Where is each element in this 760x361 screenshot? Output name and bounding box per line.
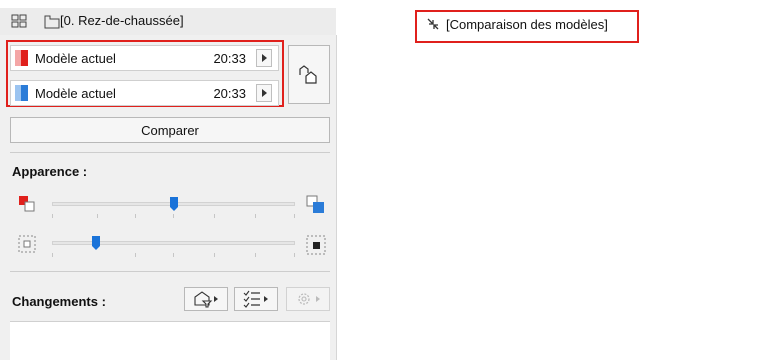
model-1-swatch xyxy=(21,50,28,66)
compare-button[interactable]: Comparer xyxy=(10,117,330,143)
checklist-icon xyxy=(243,290,268,308)
dashed-square-icon xyxy=(18,235,36,253)
tick xyxy=(214,214,215,218)
model-row-2[interactable]: Modèle actuel 20:33 xyxy=(10,80,279,106)
layout-grid-icon[interactable] xyxy=(10,13,28,29)
changes-list-area[interactable] xyxy=(10,321,330,361)
tick xyxy=(255,214,256,218)
settings-button[interactable] xyxy=(286,287,330,311)
tick xyxy=(52,253,53,257)
model-1-time: 20:33 xyxy=(213,50,246,66)
tick xyxy=(173,253,174,257)
appearance-slider-2-thumb[interactable] xyxy=(91,236,100,250)
swap-houses-icon xyxy=(299,64,317,84)
model-2-time: 20:33 xyxy=(213,85,246,101)
house-filter-icon xyxy=(194,291,218,308)
filter-elements-button[interactable] xyxy=(184,287,228,311)
tick xyxy=(97,214,98,218)
play-arrow-icon xyxy=(261,89,267,97)
compare-button-label: Comparer xyxy=(141,122,199,138)
tick xyxy=(135,253,136,257)
tick xyxy=(214,253,215,257)
change-list-button[interactable] xyxy=(234,287,278,311)
tick xyxy=(255,253,256,257)
dashed-square-filled-icon xyxy=(306,235,326,255)
model-1-label: Modèle actuel xyxy=(35,50,116,66)
tick xyxy=(52,214,53,218)
floor-plan-icon xyxy=(44,13,60,29)
model-2-menu-button[interactable] xyxy=(256,84,272,102)
appearance-label: Apparence : xyxy=(12,164,88,179)
color-overlap-blue-icon xyxy=(306,195,326,215)
tick xyxy=(173,214,174,218)
collapse-arrows-icon[interactable] xyxy=(426,17,440,31)
navigator-header: [0. Rez-de-chaussée] xyxy=(0,8,336,36)
header-bar: [0. Rez-de-chaussée] [Comparaison des mo… xyxy=(0,0,760,43)
appearance-slider-2-track[interactable] xyxy=(52,241,295,245)
divider-2 xyxy=(10,271,330,272)
story-label[interactable]: [0. Rez-de-chaussée] xyxy=(60,13,184,28)
swap-models-button[interactable] xyxy=(288,45,330,104)
tick xyxy=(294,214,295,218)
model-2-label: Modèle actuel xyxy=(35,85,116,101)
tick xyxy=(294,253,295,257)
color-overlap-red-icon xyxy=(18,195,36,213)
model-row-1[interactable]: Modèle actuel 20:33 xyxy=(10,45,279,71)
compare-window-title: [Comparaison des modèles] xyxy=(446,17,608,32)
play-arrow-icon xyxy=(261,54,267,62)
gear-icon xyxy=(298,293,320,305)
divider-1 xyxy=(10,152,330,153)
model-2-swatch xyxy=(21,85,28,101)
changes-label: Changements : xyxy=(12,294,106,309)
model-1-menu-button[interactable] xyxy=(256,49,272,67)
tick xyxy=(135,214,136,218)
appearance-slider-1-thumb[interactable] xyxy=(169,197,178,211)
